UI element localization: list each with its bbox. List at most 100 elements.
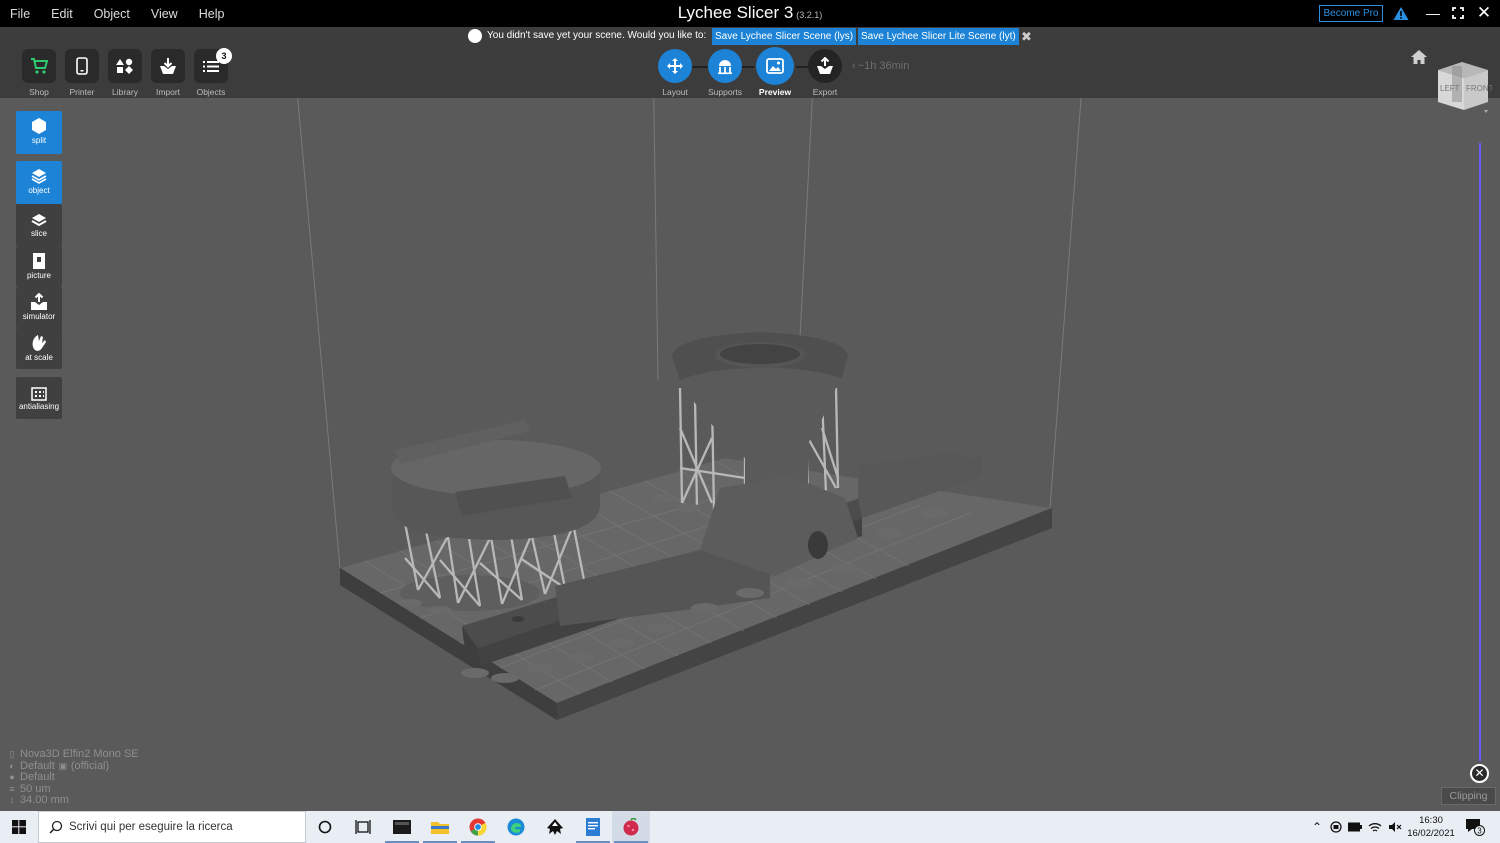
menu-help[interactable]: Help — [189, 0, 236, 27]
task-view-icon — [355, 820, 371, 834]
sidebar-item-picture[interactable]: picture — [16, 246, 62, 287]
sidebar-item-object[interactable]: object — [16, 161, 62, 204]
notification-center-icon[interactable]: 3 — [1464, 817, 1486, 837]
layers-icon — [31, 169, 47, 184]
taskbar-app-lychee[interactable] — [612, 811, 650, 843]
taskbar-app-chrome[interactable] — [459, 811, 497, 843]
menu-view[interactable]: View — [141, 0, 189, 27]
chevron-left-icon: ‹ — [852, 60, 856, 72]
export-icon — [817, 57, 833, 74]
notification-text: You didn't save yet your scene. Would yo… — [487, 30, 707, 41]
maximize-icon — [1452, 7, 1464, 19]
windows-taskbar: Scrivi qui per eseguire la ricerca ⌃ 16:… — [0, 811, 1500, 843]
save-lys-button[interactable]: Save Lychee Slicer Scene (lys) — [712, 28, 857, 45]
warning-icon[interactable] — [1393, 6, 1409, 21]
workflow-export[interactable]: Export — [805, 49, 845, 97]
title-bar: File Edit Object View Help Lychee Slicer… — [0, 0, 1500, 27]
taskbar-app-inkscape[interactable] — [536, 811, 574, 843]
clock-date: 16/02/2021 — [1407, 828, 1455, 839]
workflow-layout[interactable]: Layout — [655, 49, 695, 97]
printer-tool[interactable]: Printer — [64, 49, 100, 97]
clipping-slider-track[interactable] — [1479, 143, 1481, 761]
cortana-button[interactable] — [306, 811, 344, 843]
become-pro-button[interactable]: Become Pro — [1319, 5, 1383, 22]
palette-icon: ● — [9, 772, 15, 783]
import-button[interactable] — [151, 49, 185, 83]
supports-button[interactable] — [708, 49, 742, 83]
workflow-preview[interactable]: Preview — [755, 49, 795, 97]
wifi-icon[interactable] — [1368, 821, 1382, 833]
split-label: split — [31, 136, 47, 145]
model-height: 34.00 mm — [20, 794, 69, 807]
taskbar-clock[interactable]: 16:30 16/02/2021 — [1404, 814, 1458, 840]
hexagon-icon — [32, 118, 46, 134]
slice-icon — [31, 214, 47, 227]
export-button[interactable] — [808, 49, 842, 83]
library-tool[interactable]: Library — [107, 49, 143, 97]
task-view-button[interactable] — [344, 811, 382, 843]
export-label: Export — [812, 87, 838, 97]
chrome-icon — [469, 818, 487, 836]
import-tool[interactable]: Import — [150, 49, 186, 97]
preview-button[interactable] — [758, 49, 792, 83]
sidebar-item-slice[interactable]: slice — [16, 204, 62, 246]
taskbar-app-terminal[interactable] — [383, 811, 421, 843]
view-cube[interactable]: LEFT FRONT — [1432, 58, 1492, 116]
maximize-button[interactable] — [1446, 3, 1470, 23]
layer-height-icon: ≡ — [9, 783, 15, 794]
save-notification-bar: You didn't save yet your scene. Would yo… — [0, 27, 1500, 46]
height-icon: ↕ — [9, 795, 15, 806]
inkscape-icon — [547, 819, 563, 835]
list-icon — [203, 60, 219, 72]
clipping-reset-icon[interactable]: ✕ — [1470, 764, 1489, 783]
workflow-supports[interactable]: Supports — [705, 49, 745, 97]
split-toggle[interactable]: split — [16, 111, 62, 154]
meet-now-icon[interactable] — [1330, 821, 1342, 833]
taskbar-app-notepad[interactable] — [574, 811, 612, 843]
layout-label: Layout — [662, 87, 688, 97]
clipping-button[interactable]: Clipping — [1441, 787, 1496, 805]
app-title-text: Lychee Slicer 3 — [677, 3, 794, 22]
close-notification-icon[interactable]: ✖ — [1021, 28, 1032, 45]
menu-edit[interactable]: Edit — [41, 0, 84, 27]
speaker-muted-icon[interactable] — [1388, 821, 1402, 833]
chevron-up-icon[interactable]: ⌃ — [1312, 820, 1322, 834]
battery-icon[interactable] — [1348, 822, 1363, 832]
menu-file[interactable]: File — [0, 0, 41, 27]
3d-viewport[interactable] — [0, 98, 1500, 811]
antialiasing-label: antialiasing — [18, 402, 60, 411]
start-button[interactable] — [0, 811, 38, 843]
info-printer[interactable]: ▯ Nova3D Elfin2 Mono SE — [7, 748, 139, 761]
sidebar-item-simulator[interactable]: simulator — [16, 287, 62, 328]
app-window: File Edit Object View Help Lychee Slicer… — [0, 0, 1500, 843]
import-icon — [160, 58, 176, 74]
view-cube-front[interactable]: FRONT — [1466, 84, 1492, 93]
folder-icon — [431, 822, 449, 834]
taskbar-app-explorer[interactable] — [421, 811, 459, 843]
shop-tool[interactable]: Shop — [21, 49, 57, 97]
close-window-button[interactable]: ✕ — [1472, 3, 1496, 23]
hand-icon — [32, 335, 46, 351]
view-cube-left[interactable]: LEFT — [1440, 84, 1460, 93]
app-version: (3.2.1) — [796, 10, 823, 20]
trash-small-icon: ▣ — [58, 760, 68, 771]
layout-button[interactable] — [658, 49, 692, 83]
taskbar-search[interactable]: Scrivi qui per eseguire la ricerca — [38, 811, 306, 843]
objects-count-badge: 3 — [216, 48, 232, 64]
edge-icon — [507, 818, 525, 836]
move-icon — [667, 58, 683, 74]
printer-button[interactable] — [65, 49, 99, 83]
picture-label: picture — [26, 271, 51, 280]
save-lyt-button[interactable]: Save Lychee Slicer Lite Scene (lyt) — [858, 28, 1019, 45]
home-icon[interactable] — [1410, 49, 1428, 65]
sidebar-item-at-scale[interactable]: at scale — [16, 328, 62, 369]
print-time-text: ~1h 36min — [857, 60, 910, 72]
taskbar-app-edge[interactable] — [497, 811, 535, 843]
shop-button[interactable] — [22, 49, 56, 83]
library-button[interactable] — [108, 49, 142, 83]
antialiasing-icon — [31, 387, 47, 401]
sidebar-item-antialiasing[interactable]: antialiasing — [16, 377, 62, 419]
menu-object[interactable]: Object — [84, 0, 141, 27]
printer-icon — [76, 57, 88, 75]
minimize-button[interactable]: — — [1421, 3, 1445, 23]
